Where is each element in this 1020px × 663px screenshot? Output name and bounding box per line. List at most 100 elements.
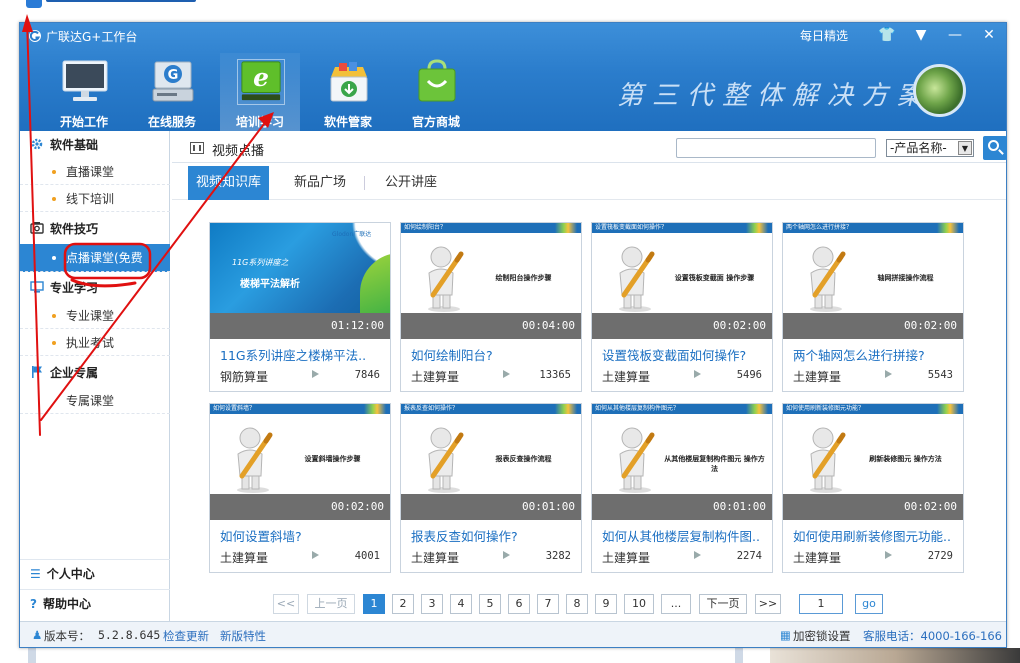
pager-page-10[interactable]: 10 (624, 594, 654, 614)
sidebar-item-label: 点播课堂(免费 (66, 251, 143, 265)
close-button[interactable]: ✕ (980, 26, 998, 44)
pager-page-6[interactable]: 6 (508, 594, 530, 614)
user-avatar[interactable] (913, 64, 966, 117)
video-card[interactable]: 设置筏板变截面如何操作？ 设置筏板变截面 操作步骤 00:02:00 设置筏板变… (591, 222, 773, 392)
ie-browser-icon: e (237, 59, 285, 105)
thumbnail-caption: 刷新装修图元 操作方法 (869, 455, 942, 463)
video-thumbnail[interactable]: Glodon广联达 11G系列讲座之 楼梯平法解析 01:12:00 (210, 223, 390, 339)
video-card[interactable]: 如何使用刷新装修图元功能？ 刷新装修图元 操作方法 00:02:00 如何使用刷… (782, 403, 964, 573)
video-card[interactable]: 两个轴网怎么进行拼接？ 轴网拼接操作流程 00:02:00 两个轴网怎么进行拼接… (782, 222, 964, 392)
video-thumbnail[interactable]: 报表反查如何操作？ 报表反查操作流程 00:01:00 (401, 404, 581, 520)
sidebar-item-label: 专业课堂 (66, 309, 115, 323)
figure-with-pencil-icon (810, 246, 846, 312)
video-title-link[interactable]: 如何设置斜墙? (220, 526, 385, 545)
video-title-link[interactable]: 如何绘制阳台? (411, 345, 576, 364)
sidebar-item-label: 直播课堂 (66, 165, 115, 179)
pager-page-2[interactable]: 2 (392, 594, 414, 614)
nav-official-store[interactable]: 官方商城 (396, 53, 476, 131)
video-card[interactable]: 如何设置斜墙？ 设置斜墙操作步骤 00:02:00 如何设置斜墙? 土建算量 4… (209, 403, 391, 573)
video-thumbnail[interactable]: 设置筏板变截面如何操作？ 设置筏板变截面 操作步骤 00:02:00 (592, 223, 772, 339)
video-duration: 00:01:00 (401, 494, 581, 520)
thumbnail-caption: 报表反查操作流程 (495, 455, 552, 463)
video-duration: 00:02:00 (783, 494, 963, 520)
sidebar-category-professional[interactable]: 专业学习 (20, 274, 170, 300)
video-card[interactable]: 如何从其他楼层复制构件图元？ 从其他楼层复制构件图元 操作方法 00:01:00… (591, 403, 773, 573)
app-logo-icon (29, 30, 41, 42)
daily-picks-link[interactable]: 每日精选 (800, 27, 848, 44)
video-thumbnail[interactable]: 如何从其他楼层复制构件图元？ 从其他楼层复制构件图元 操作方法 00:01:00 (592, 404, 772, 520)
video-thumbnail[interactable]: 如何设置斜墙？ 设置斜墙操作步骤 00:02:00 (210, 404, 390, 520)
sidebar-item-pro-class[interactable]: 专业课堂 (20, 303, 170, 329)
video-card[interactable]: 报表反查如何操作？ 报表反查操作流程 00:01:00 报表反查如何操作? 土建… (400, 403, 582, 573)
video-duration: 00:04:00 (401, 313, 581, 339)
nav-online-service[interactable]: G 在线服务 (132, 53, 212, 131)
search-button[interactable] (983, 136, 1007, 160)
video-card[interactable]: Glodon广联达 11G系列讲座之 楼梯平法解析 01:12:00 11G系列… (209, 222, 391, 392)
monitor-small-icon (30, 280, 44, 294)
svg-text:e: e (253, 63, 269, 92)
check-update-link[interactable]: 检查更新 (163, 628, 209, 644)
pager-page-4[interactable]: 4 (450, 594, 472, 614)
sidebar-personal-center[interactable]: ☰ 个人中心 (20, 559, 170, 587)
pager-page-1[interactable]: 1 (363, 594, 385, 614)
video-category: 土建算量 (793, 551, 842, 565)
thumbnail-brand: Glodon广联达 (332, 231, 372, 238)
sidebar-category-enterprise[interactable]: 企业专属 (20, 359, 170, 385)
video-title-link[interactable]: 设置筏板变截面如何操作? (602, 345, 767, 364)
nav-start-work[interactable]: 开始工作 (44, 53, 124, 131)
tab-open-lectures[interactable]: 公开讲座 (377, 166, 445, 200)
tab-video-knowledge[interactable]: 视频知识库 (188, 166, 270, 200)
user-icon: ♟ (32, 628, 43, 642)
pager-page-9[interactable]: 9 (595, 594, 617, 614)
sidebar-category-basics[interactable]: 软件基础 (20, 131, 170, 157)
sidebar-category-tips[interactable]: 软件技巧 (20, 215, 170, 241)
pager-first-button[interactable]: << (273, 594, 299, 614)
new-features-link[interactable]: 新版特性 (220, 628, 266, 644)
sidebar-item-live-class[interactable]: 直播课堂 (20, 159, 170, 185)
sidebar-item-on-demand[interactable]: 点播课堂(免费 (20, 244, 170, 272)
pager-page-3[interactable]: 3 (421, 594, 443, 614)
skin-icon[interactable]: 👕 (878, 26, 896, 44)
pager-go-input[interactable]: 1 (799, 594, 843, 614)
sidebar-item-offline-training[interactable]: 线下培训 (20, 186, 170, 212)
video-title-link[interactable]: 报表反查如何操作? (411, 526, 576, 545)
pager-page-5[interactable]: 5 (479, 594, 501, 614)
video-title-link[interactable]: 如何使用刷新装修图元功能.. (793, 526, 958, 545)
figure-with-pencil-icon (619, 246, 655, 312)
search-input[interactable] (676, 138, 876, 158)
svg-text:G: G (168, 68, 179, 83)
pager-page-8[interactable]: 8 (566, 594, 588, 614)
sidebar-item-exclusive-class[interactable]: 专属课堂 (20, 388, 170, 414)
sidebar-item-exam[interactable]: 执业考试 (20, 330, 170, 356)
lock-settings-link[interactable]: 加密锁设置 (793, 628, 851, 644)
pager-go-button[interactable]: go (855, 594, 883, 614)
play-count-icon (312, 370, 319, 378)
video-thumbnail[interactable]: 如何使用刷新装修图元功能？ 刷新装修图元 操作方法 00:02:00 (783, 404, 963, 520)
pager-last-button[interactable]: >> (755, 594, 781, 614)
video-card[interactable]: 如何绘制阳台？ 绘制阳台操作步骤 00:04:00 如何绘制阳台? 土建算量 1… (400, 222, 582, 392)
version-number: 5.2.8.645 (98, 628, 161, 642)
pager-next-button[interactable]: 下一页 (699, 594, 747, 614)
nav-label: 培训学习 (235, 115, 284, 129)
server-icon: G (152, 61, 194, 102)
play-count-icon (885, 370, 892, 378)
sidebar-category-label: 企业专属 (50, 365, 99, 380)
view-count: 2274 (736, 550, 762, 562)
pager-prev-button[interactable]: 上一页 (307, 594, 355, 614)
nav-label: 在线服务 (147, 115, 196, 129)
product-select[interactable]: -产品名称- ▼ (886, 139, 974, 157)
nav-training[interactable]: e 培训学习 (220, 53, 300, 131)
sidebar-category-label: 专业学习 (50, 280, 99, 295)
video-title-link[interactable]: 两个轴网怎么进行拼接? (793, 345, 958, 364)
tab-new-products[interactable]: 新品广场 (286, 166, 354, 200)
video-title-link[interactable]: 11G系列讲座之楼梯平法.. (220, 345, 385, 364)
minimize-button[interactable]: — (946, 26, 964, 44)
video-title-link[interactable]: 如何从其他楼层复制构件图.. (602, 526, 767, 545)
sidebar-help-center[interactable]: ? 帮助中心 (20, 589, 170, 617)
nav-software-manager[interactable]: 软件管家 (308, 53, 388, 131)
menu-dropdown-icon[interactable]: ▼ (912, 26, 930, 44)
pager-page-7[interactable]: 7 (537, 594, 559, 614)
flag-icon (30, 365, 44, 379)
video-thumbnail[interactable]: 如何绘制阳台？ 绘制阳台操作步骤 00:04:00 (401, 223, 581, 339)
video-thumbnail[interactable]: 两个轴网怎么进行拼接？ 轴网拼接操作流程 00:02:00 (783, 223, 963, 339)
